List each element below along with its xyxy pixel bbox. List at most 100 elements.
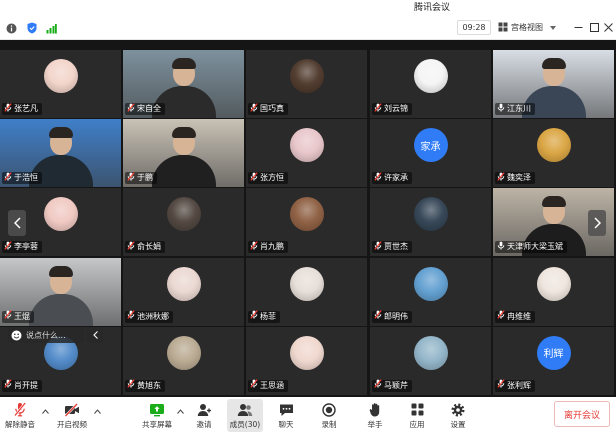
- share-screen-button[interactable]: 共享屏幕: [139, 399, 175, 432]
- invite-button[interactable]: 邀请: [188, 399, 220, 432]
- avatar-photo: [289, 266, 324, 301]
- participant-tile[interactable]: 王思涵: [246, 326, 367, 395]
- participant-tile[interactable]: 魏奕泽: [493, 119, 614, 188]
- emoji-icon[interactable]: [11, 326, 22, 345]
- grid-view-icon: [498, 22, 508, 34]
- view-mode-dropdown[interactable]: 宫格视图: [498, 20, 568, 35]
- participant-tile[interactable]: 冉维维: [493, 257, 614, 326]
- participant-tile[interactable]: 池洲秋娜: [123, 257, 244, 326]
- shield-icon[interactable]: [26, 22, 38, 34]
- mic-off-icon: [374, 241, 382, 254]
- mic-off-icon: [4, 102, 12, 116]
- avatar: [166, 197, 201, 232]
- participant-tile[interactable]: 张方恒: [246, 119, 367, 188]
- share-screen-icon: [149, 402, 165, 417]
- mic-off-icon: [127, 102, 135, 116]
- participant-name: 张艺凡: [14, 104, 38, 113]
- participant-name: 冉维维: [507, 311, 531, 321]
- participant-tile[interactable]: 郎明伟: [370, 257, 491, 326]
- mic-off-icon: [127, 171, 135, 185]
- mic-off-icon: [127, 241, 135, 254]
- unmute-button[interactable]: 解除静音: [2, 399, 38, 432]
- quick-chat-bar[interactable]: [8, 327, 84, 343]
- avatar-text: 家承: [420, 141, 441, 153]
- collapse-chat-button[interactable]: [87, 327, 103, 343]
- participant-name: 天津师大梁玉斌: [507, 242, 563, 252]
- participant-tile[interactable]: 利辉 张利辉: [493, 326, 614, 395]
- participant-name-label: 于浩恒: [2, 171, 42, 185]
- participant-tile[interactable]: 杨菲: [246, 257, 367, 326]
- settings-button[interactable]: 设置: [442, 399, 474, 432]
- participant-name: 宋自全: [137, 104, 161, 113]
- avatar: [413, 59, 448, 93]
- participant-tile[interactable]: 江东川: [493, 50, 614, 118]
- participant-name: 杨菲: [260, 311, 276, 321]
- participant-name: 贾世杰: [384, 242, 408, 252]
- members-button[interactable]: 成员(30): [227, 399, 263, 432]
- title-bar: 腾讯会议: [0, 0, 616, 16]
- video-gallery: 张艺凡 宋自全 国巧真 刘云锦 江东川 于浩恒 于鹏 张方恒 家承 许家承 魏奕泽 李亭蓉 俞长娟 肖九鹏…: [0, 40, 616, 397]
- participant-name-label: 许家承: [372, 171, 412, 185]
- mic-off-icon: [4, 171, 12, 185]
- participant-name: 俞长娟: [137, 242, 161, 252]
- bottom-toolbar: 解除静音 开启视频 共享屏幕 邀请 成员(30) 聊天 录制 举手 应用 设置: [0, 397, 616, 433]
- avatar-photo: [413, 335, 448, 370]
- participant-name: 于鹏: [137, 173, 153, 183]
- leave-meeting-button[interactable]: 离开会议: [554, 401, 610, 427]
- info-icon[interactable]: [5, 22, 17, 34]
- participant-tile[interactable]: 国巧真: [246, 50, 367, 118]
- mic-off-icon: [250, 379, 258, 392]
- participant-tile[interactable]: 张艺凡: [0, 50, 121, 118]
- participant-tile[interactable]: 王焜: [0, 257, 121, 326]
- avatar: [536, 266, 571, 301]
- avatar: [413, 335, 448, 370]
- avatar: [166, 335, 201, 370]
- participant-name: 马颖芹: [384, 380, 408, 390]
- participant-tile[interactable]: 贾世杰: [370, 188, 491, 257]
- chevron-up-icon: [176, 408, 184, 414]
- mic-off-icon: [374, 379, 382, 392]
- next-page-button[interactable]: [588, 210, 606, 236]
- participant-name: 江东川: [507, 104, 531, 113]
- participant-tile[interactable]: 肖九鹏: [246, 188, 367, 257]
- raise-hand-button[interactable]: 举手: [359, 399, 391, 432]
- participant-name: 黄旭东: [137, 380, 161, 390]
- participant-tile[interactable]: 刘云锦: [370, 50, 491, 118]
- participant-tile[interactable]: 家承许家承: [370, 119, 491, 188]
- minimize-icon[interactable]: [573, 22, 584, 33]
- avatar-photo: [166, 335, 201, 370]
- record-button[interactable]: 录制: [313, 399, 345, 432]
- participant-tile[interactable]: 黄旭东: [123, 326, 244, 395]
- participant-name-label: 王焜: [2, 310, 34, 323]
- mic-off-icon: [497, 310, 505, 323]
- prev-page-button[interactable]: [8, 210, 26, 236]
- participant-tile[interactable]: 于鹏: [123, 119, 244, 188]
- close-icon[interactable]: [603, 22, 614, 33]
- participant-name-label: 冉维维: [495, 310, 535, 323]
- participant-tile[interactable]: 宋自全: [123, 50, 244, 118]
- mic-off-icon: [250, 310, 258, 323]
- signal-icon[interactable]: [45, 22, 57, 34]
- participant-name: 郎明伟: [384, 311, 408, 321]
- avatar-photo: [413, 266, 448, 301]
- meeting-time-text: 09:28: [462, 23, 486, 32]
- chevron-left-icon: [13, 217, 21, 229]
- avatar: [166, 266, 201, 301]
- record-icon: [321, 402, 337, 417]
- chat-button[interactable]: 聊天: [270, 399, 302, 432]
- participant-tile[interactable]: 于浩恒: [0, 119, 121, 188]
- share-options-chevron[interactable]: [176, 407, 184, 415]
- mic-off-icon: [250, 241, 258, 254]
- avatar: [413, 266, 448, 301]
- participant-tile[interactable]: 马颖芹: [370, 326, 491, 395]
- video-options-chevron[interactable]: [93, 407, 101, 415]
- participant-tile[interactable]: 俞长娟: [123, 188, 244, 257]
- mic-off-icon: [4, 310, 12, 323]
- audio-options-chevron[interactable]: [41, 407, 49, 415]
- participant-name-label: 俞长娟: [125, 241, 165, 254]
- apps-button[interactable]: 应用: [401, 399, 433, 432]
- quick-chat-input[interactable]: [26, 328, 78, 342]
- start-video-button[interactable]: 开启视频: [54, 399, 90, 432]
- participant-name-label: 肖开提: [2, 379, 42, 392]
- maximize-icon[interactable]: [589, 22, 600, 33]
